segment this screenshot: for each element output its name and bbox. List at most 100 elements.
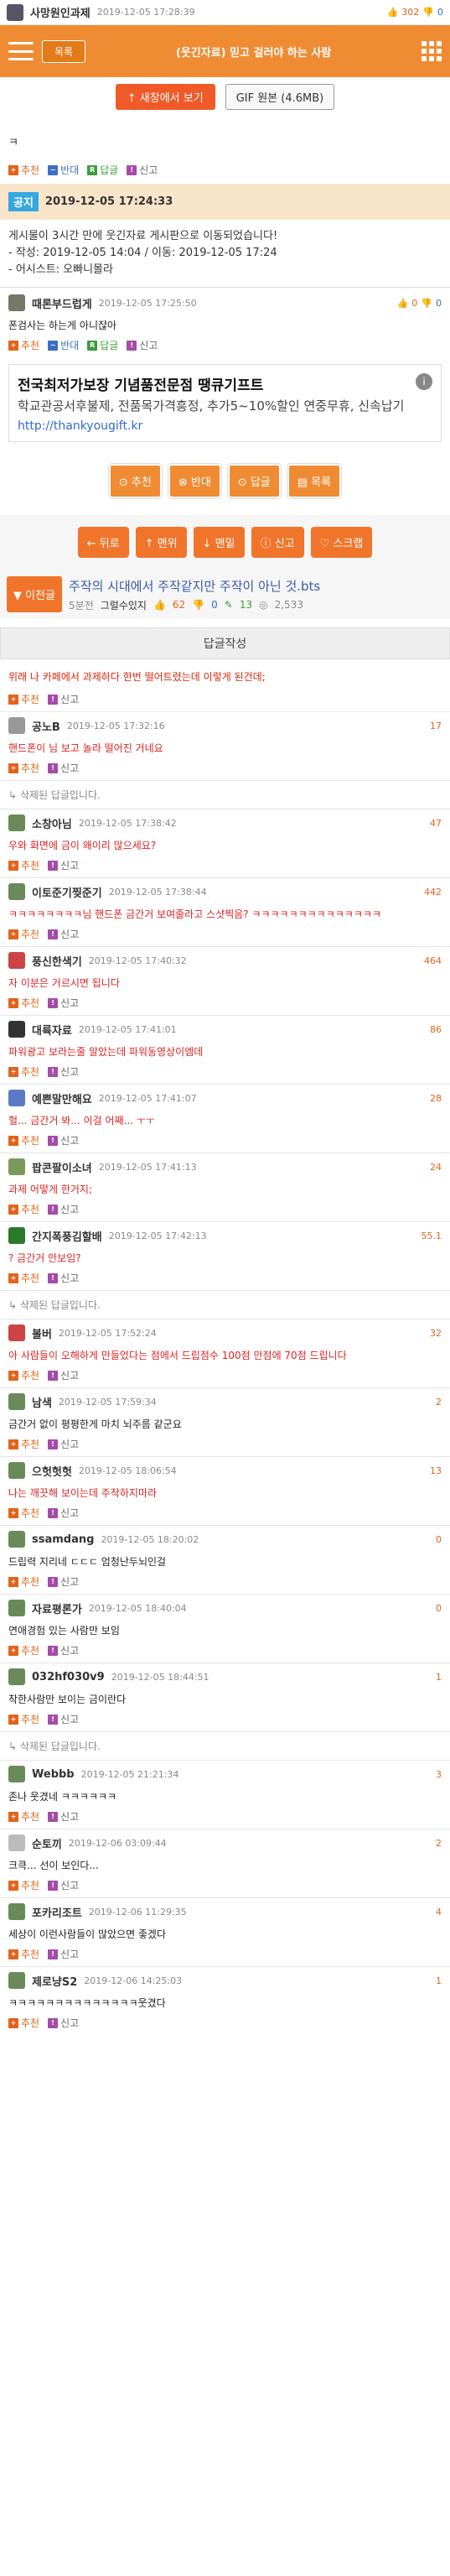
gif-original-button[interactable]: GIF 원본 (4.6MB)	[225, 84, 335, 110]
recommend-button[interactable]: ⊙ 추천	[108, 464, 162, 498]
post-actions: + 추천 − 반대 R 답글 ! 신고	[0, 158, 450, 182]
grid-menu-icon[interactable]	[422, 41, 442, 61]
report-action[interactable]: ! 신고	[48, 1878, 79, 1892]
comment-author[interactable]: 볼버	[32, 1325, 52, 1341]
comment-body: 헐... 금간거 봐... 이걸 어째... ㅜㅜ	[8, 1115, 155, 1127]
new-window-button[interactable]: ↑ 새창에서 보기	[115, 84, 215, 110]
recommend-action[interactable]: + 추천	[8, 858, 39, 872]
report-action[interactable]: ! 신고	[48, 1809, 79, 1824]
author-name[interactable]: 사망원인과제	[30, 4, 91, 20]
menu-icon[interactable]	[8, 42, 34, 60]
ad-title[interactable]: 전국최저가보장 기념품전문점 땡큐기프트	[18, 373, 432, 394]
recommend-action[interactable]: + 추천	[8, 1643, 39, 1657]
recommend-action[interactable]: + 추천	[8, 1809, 39, 1824]
recommend-action[interactable]: + 추천	[8, 338, 39, 352]
ad-box[interactable]: 전국최저가보장 기념품전문점 땡큐기프트 학교관공서후불제, 전품목가격흥정, …	[8, 364, 442, 442]
oppose-action[interactable]: − 반대	[48, 338, 79, 352]
avatar	[8, 1531, 25, 1548]
recommend-action[interactable]: + 추천	[8, 163, 39, 177]
recommend-action[interactable]: + 추천	[8, 1506, 39, 1520]
recommend-action[interactable]: + 추천	[8, 1437, 39, 1451]
report-action[interactable]: ! 신고	[48, 1368, 79, 1382]
report-action[interactable]: ! 신고	[48, 1437, 79, 1451]
recommend-action[interactable]: + 추천	[8, 761, 39, 775]
comment-votes: 👍 0 👎 0	[397, 298, 442, 309]
report-action[interactable]: ! 신고	[48, 2016, 79, 2030]
recommend-action[interactable]: + 추천	[8, 927, 39, 941]
comment-author[interactable]: ssamdang	[32, 1533, 94, 1546]
recommend-action[interactable]: + 추천	[8, 1574, 39, 1589]
comment-body: ? 금간거 안보임?	[8, 1252, 81, 1264]
list-button[interactable]: ▤ 목록	[287, 464, 342, 498]
list-button[interactable]: 목록	[42, 39, 86, 63]
report-action[interactable]: ! 신고	[48, 1064, 79, 1079]
oppose-button[interactable]: ⊗ 반대	[168, 464, 221, 498]
oppose-action[interactable]: − 반대	[48, 163, 79, 177]
comment-score: 2	[436, 1396, 442, 1408]
report-action[interactable]: ! 신고	[127, 338, 158, 352]
comment-author[interactable]: 자료평론가	[32, 1600, 82, 1616]
report-action[interactable]: ! 신고	[48, 927, 79, 941]
report-action[interactable]: ! 신고	[127, 163, 158, 177]
comment-author[interactable]: 풍신한색기	[32, 953, 82, 969]
comment-author[interactable]: 순토끼	[32, 1835, 62, 1851]
comment-author[interactable]: 제로냥S2	[32, 1973, 77, 1989]
report-action[interactable]: ! 신고	[48, 996, 79, 1010]
scrap-button[interactable]: ♡ 스크랩	[310, 527, 373, 558]
report-button[interactable]: ⓘ 신고	[251, 527, 304, 558]
comment-author[interactable]: 남색	[32, 1394, 52, 1410]
comment-author[interactable]: 공노B	[32, 718, 60, 734]
avatar	[8, 1090, 25, 1106]
report-action[interactable]: ! 신고	[48, 1712, 79, 1726]
prev-post-title[interactable]: 주작의 시대에서 주작같지만 주작이 아닌 것.bts	[69, 577, 320, 595]
report-action[interactable]: ! 신고	[48, 1574, 79, 1589]
recommend-action[interactable]: + 추천	[8, 1712, 39, 1726]
recommend-action[interactable]: + 추천	[8, 1133, 39, 1147]
recommend-action[interactable]: + 추천	[8, 1271, 39, 1285]
comment-author[interactable]: 소창아님	[32, 815, 72, 831]
recommend-action[interactable]: + 추천	[8, 1368, 39, 1382]
report-action[interactable]: ! 신고	[48, 1271, 79, 1285]
report-action[interactable]: ! 신고	[48, 1133, 79, 1147]
comment-author[interactable]: 팝콘팔이소녀	[32, 1159, 92, 1175]
reply-button[interactable]: ⊙ 답글	[227, 464, 281, 498]
recommend-action[interactable]: + 추천	[8, 1064, 39, 1079]
report-action[interactable]: ! 신고	[48, 1202, 79, 1216]
recommend-action[interactable]: + 추천	[8, 1947, 39, 1961]
comment-author[interactable]: 예쁜말만해요	[32, 1090, 92, 1106]
report-action[interactable]: ! 신고	[48, 858, 79, 872]
comment-author[interactable]: 으헛헛헛	[32, 1463, 72, 1479]
comment-author[interactable]: 대륙자료	[32, 1022, 72, 1038]
comment-date: 2019-12-05 17:40:32	[88, 955, 187, 966]
report-action[interactable]: ! 신고	[48, 692, 79, 706]
report-action[interactable]: ! 신고	[48, 761, 79, 775]
bottom-button[interactable]: ↓ 맨밑	[193, 527, 245, 558]
comment-author[interactable]: 때론부드럽게	[32, 295, 92, 311]
ad-url[interactable]: http://thankyougift.kr	[18, 419, 432, 433]
reply-quote: 위래 나 카페에서 과제하다 한번 떨어트렸는데 이렇게 된건데;	[8, 671, 266, 683]
comment-body: 과제 어떻게 한거지;	[8, 1184, 92, 1195]
comment-author[interactable]: 이토준기찢준기	[32, 884, 102, 900]
info-icon[interactable]: i	[416, 373, 432, 390]
reply-action[interactable]: R 답글	[87, 163, 118, 177]
report-action[interactable]: ! 신고	[48, 1506, 79, 1520]
comment-author[interactable]: 포카리조트	[32, 1904, 82, 1920]
recommend-action[interactable]: + 추천	[8, 692, 39, 706]
comment-score: 17	[430, 720, 442, 731]
recommend-action[interactable]: + 추천	[8, 2016, 39, 2030]
recommend-action[interactable]: + 추천	[8, 996, 39, 1010]
recommend-action[interactable]: + 추천	[8, 1878, 39, 1892]
comment-author[interactable]: 간지폭풍김할배	[32, 1228, 102, 1244]
top-button[interactable]: ↑ 맨위	[135, 527, 187, 558]
prev-post-button[interactable]: ▼ 이전글	[7, 576, 63, 612]
report-action[interactable]: ! 신고	[48, 1947, 79, 1961]
reply-action[interactable]: R 답글	[87, 338, 118, 352]
comment-author[interactable]: Webbb	[32, 1768, 75, 1781]
comment-author[interactable]: 032hf030v9	[32, 1671, 105, 1684]
prev-post[interactable]: ▼ 이전글 주작의 시대에서 주작같지만 주작이 아닌 것.bts 5분전 그럴…	[0, 570, 450, 619]
comment-date: 2019-12-05 17:52:24	[58, 1327, 157, 1339]
report-action[interactable]: ! 신고	[48, 1643, 79, 1657]
back-button[interactable]: ← 뒤로	[77, 527, 129, 558]
recommend-action[interactable]: + 추천	[8, 1202, 39, 1216]
reply-write-header[interactable]: 답글작성	[0, 627, 450, 659]
